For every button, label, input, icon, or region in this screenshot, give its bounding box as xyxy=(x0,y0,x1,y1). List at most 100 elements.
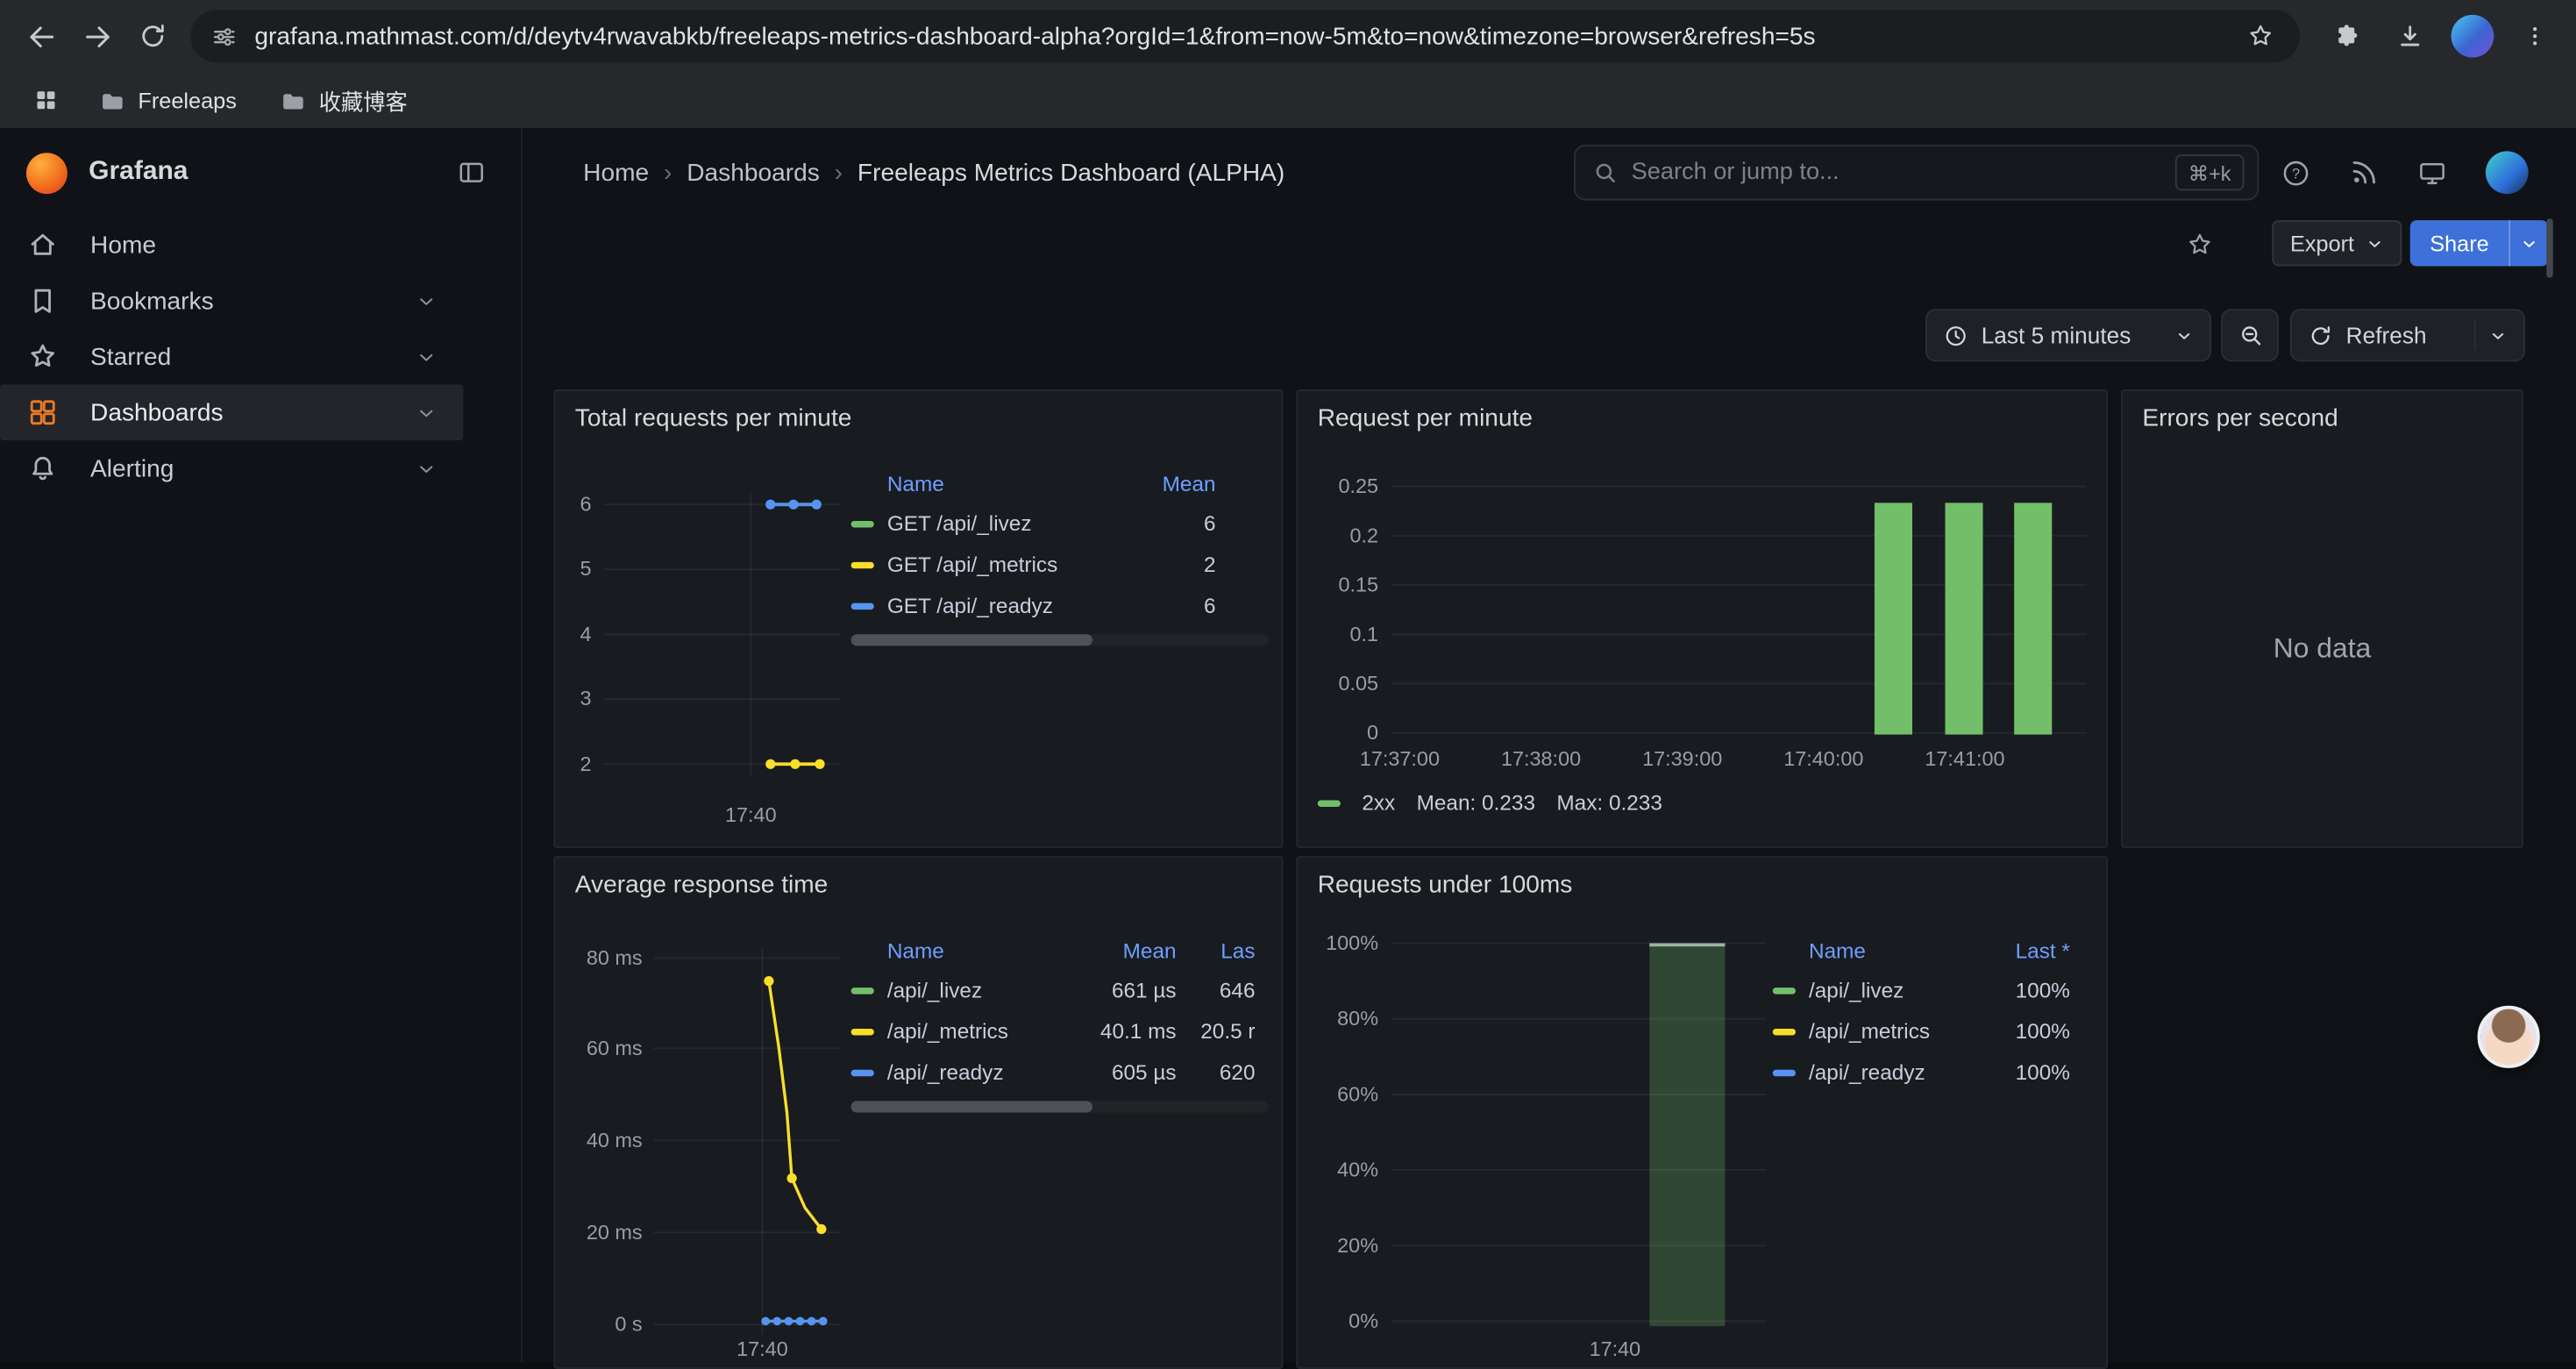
legend-row[interactable]: GET /api/_livez 6 xyxy=(851,503,1269,544)
bar-percent[interactable] xyxy=(1649,944,1725,1327)
series-name[interactable]: 2xx xyxy=(1362,790,1395,815)
legend-row[interactable]: /api/_readyz 605 µs 620 xyxy=(851,1052,1269,1093)
y-tick: 40% xyxy=(1298,1159,1378,1181)
bookmark-folder-blogs[interactable]: 收藏博客 xyxy=(267,79,421,122)
legend-col-last[interactable]: Las xyxy=(1177,938,1256,962)
panel-title[interactable]: Requests under 100ms xyxy=(1318,871,1573,899)
x-tick: 17:37:00 xyxy=(1342,748,1457,771)
chevron-down-icon[interactable] xyxy=(416,290,437,311)
browser-chrome: Freeleaps 收藏博客 xyxy=(0,0,2576,128)
legend-row[interactable]: /api/_metrics 100% xyxy=(1773,1010,2080,1052)
series-mean: 6 xyxy=(1143,593,1215,617)
series-name[interactable]: GET /api/_readyz xyxy=(887,593,1143,617)
display-button[interactable] xyxy=(2416,157,2448,189)
y-tick: 0 xyxy=(1298,722,1378,745)
series-name[interactable]: /api/_readyz xyxy=(1809,1060,1984,1085)
series-mean: 661 µs xyxy=(1071,978,1177,1002)
grafana-logo[interactable] xyxy=(26,152,68,193)
browser-menu-button[interactable] xyxy=(2507,8,2563,64)
series-last: 20.5 r xyxy=(1177,1019,1256,1044)
sidebar-item-dashboards[interactable]: Dashboards xyxy=(0,384,463,440)
share-dropdown-button[interactable] xyxy=(2510,220,2548,266)
panel-title[interactable]: Request per minute xyxy=(1318,404,1533,432)
kebab-menu-icon xyxy=(2522,23,2548,49)
chevron-down-icon[interactable] xyxy=(416,346,437,367)
bar-2xx[interactable] xyxy=(2014,503,2052,735)
legend-row[interactable]: GET /api/_metrics 2 xyxy=(851,544,1269,585)
bar-2xx[interactable] xyxy=(1875,503,1912,735)
series-last: 100% xyxy=(1984,1060,2069,1085)
site-settings-icon[interactable] xyxy=(210,22,238,50)
bar-2xx[interactable] xyxy=(1945,503,1982,735)
apps-shortcut-button[interactable] xyxy=(23,77,68,123)
time-range-picker[interactable]: Last 5 minutes xyxy=(1925,309,2211,361)
legend-scrollbar[interactable] xyxy=(851,634,1269,645)
apps-grid-icon xyxy=(32,87,59,113)
address-bar[interactable] xyxy=(190,10,2300,62)
legend-col-mean[interactable]: Mean xyxy=(1071,938,1177,962)
legend-row[interactable]: /api/_readyz 100% xyxy=(1773,1052,2080,1093)
favorite-dashboard-button[interactable] xyxy=(2179,224,2222,267)
chevron-down-icon[interactable] xyxy=(2489,326,2508,345)
chevron-down-icon xyxy=(2520,234,2538,253)
legend-scrollbar[interactable] xyxy=(851,1101,1269,1112)
forward-button[interactable] xyxy=(69,8,125,64)
legend-col-name[interactable]: Name xyxy=(887,471,1143,496)
news-button[interactable] xyxy=(2349,158,2379,188)
panel-avg-response-time: Average response time 80 ms 60 ms 40 ms … xyxy=(553,856,1283,1369)
series-name[interactable]: /api/_livez xyxy=(1809,978,1984,1002)
sidebar-item-alerting[interactable]: Alerting xyxy=(0,440,463,496)
sidebar-collapse-button[interactable] xyxy=(449,150,495,196)
sidebar-item-home[interactable]: Home xyxy=(0,217,463,273)
browser-profile-avatar[interactable] xyxy=(2451,15,2494,58)
series-last: 100% xyxy=(1984,1019,2069,1044)
series-name[interactable]: /api/_metrics xyxy=(1809,1019,1984,1044)
legend-col-name[interactable]: Name xyxy=(1809,938,1984,962)
svg-text:?: ? xyxy=(2292,166,2300,182)
user-avatar[interactable] xyxy=(2486,151,2529,194)
scrollbar-thumb[interactable] xyxy=(851,634,1093,645)
series-name[interactable]: GET /api/_metrics xyxy=(887,553,1143,577)
legend-col-last[interactable]: Last * xyxy=(1984,938,2069,962)
breadcrumb-home[interactable]: Home xyxy=(583,159,649,187)
sidebar-item-bookmarks[interactable]: Bookmarks xyxy=(0,273,463,329)
legend-col-name[interactable]: Name xyxy=(887,938,1071,962)
series-swatch xyxy=(851,561,874,567)
reload-button[interactable] xyxy=(125,8,181,64)
panel-title[interactable]: Errors per second xyxy=(2142,404,2338,432)
share-button[interactable]: Share xyxy=(2410,220,2508,266)
dashboard-scrollbar[interactable] xyxy=(2546,218,2552,277)
chevron-down-icon[interactable] xyxy=(416,458,437,479)
chevron-down-icon[interactable] xyxy=(416,402,437,423)
bookmark-page-button[interactable] xyxy=(2238,13,2283,59)
breadcrumb-dashboards[interactable]: Dashboards xyxy=(687,159,820,187)
downloads-button[interactable] xyxy=(2382,8,2438,64)
legend-row[interactable]: /api/_livez 661 µs 646 xyxy=(851,970,1269,1011)
series-name[interactable]: GET /api/_livez xyxy=(887,511,1143,536)
legend-row[interactable]: /api/_metrics 40.1 ms 20.5 r xyxy=(851,1010,1269,1052)
extensions-button[interactable] xyxy=(2320,8,2376,64)
legend-row[interactable]: GET /api/_readyz 6 xyxy=(851,585,1269,626)
search-box[interactable]: ⌘+k xyxy=(1574,145,2259,201)
floating-assistant-avatar[interactable] xyxy=(2478,1006,2540,1068)
help-button[interactable]: ? xyxy=(2281,157,2312,189)
scrollbar-thumb[interactable] xyxy=(851,1101,1093,1112)
legend-col-mean[interactable]: Mean xyxy=(1143,471,1215,496)
sidebar-item-label: Home xyxy=(90,231,156,259)
search-input[interactable] xyxy=(1632,160,2175,186)
zoom-out-button[interactable] xyxy=(2221,309,2279,361)
refresh-button-group[interactable]: Refresh xyxy=(2290,309,2525,361)
panel-title[interactable]: Average response time xyxy=(575,871,829,899)
series-mean: 2 xyxy=(1143,553,1215,577)
export-button[interactable]: Export xyxy=(2272,220,2402,266)
series-name[interactable]: /api/_metrics xyxy=(887,1019,1071,1044)
panel-errors-per-second: Errors per second No data xyxy=(2121,389,2523,848)
sidebar-item-starred[interactable]: Starred xyxy=(0,329,463,385)
series-name[interactable]: /api/_livez xyxy=(887,978,1071,1002)
series-name[interactable]: /api/_readyz xyxy=(887,1060,1071,1085)
legend-row[interactable]: /api/_livez 100% xyxy=(1773,970,2080,1011)
back-button[interactable] xyxy=(13,8,69,64)
bookmark-folder-freeleaps[interactable]: Freeleaps xyxy=(85,82,249,119)
panel-title[interactable]: Total requests per minute xyxy=(575,404,852,432)
url-input[interactable] xyxy=(254,22,2238,50)
